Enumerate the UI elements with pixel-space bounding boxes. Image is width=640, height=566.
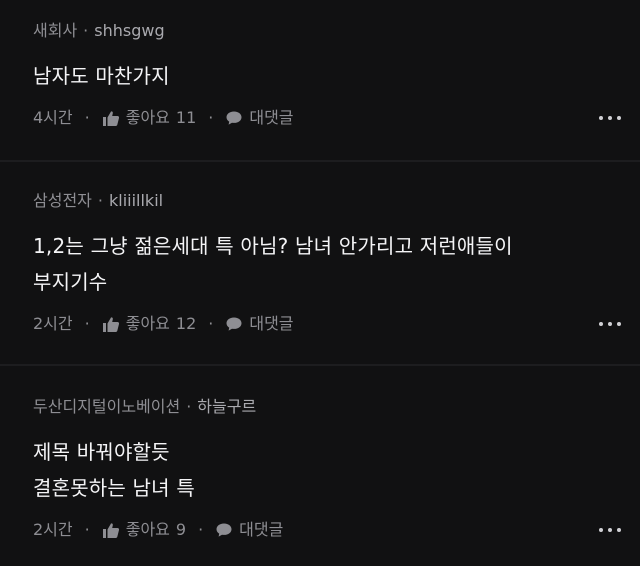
action-separator: ·: [84, 108, 90, 127]
comment-divider: [0, 160, 640, 162]
comment-meta: 두산디지털이노베이션 · 하늘구르: [33, 396, 640, 418]
thumbs-up-icon: [102, 522, 119, 538]
comment-actions: 2시간 · 좋아요 9 · 대댓글: [33, 518, 640, 542]
username-link[interactable]: kliiillkil: [109, 191, 163, 210]
company-name: 새회사: [33, 21, 78, 40]
like-label: 좋아요: [125, 108, 170, 127]
reply-button[interactable]: 대댓글: [225, 312, 294, 336]
username-link[interactable]: shhsgwg: [94, 21, 164, 40]
reply-label: 대댓글: [239, 520, 284, 539]
comment-actions: 4시간 · 좋아요 11 · 대댓글: [33, 106, 640, 130]
comment-item: 삼성전자 · kliiillkil 1,2는 그냥 젊은세대 특 아님? 남녀 안가…: [0, 190, 640, 336]
comment-line: 1,2는 그냥 젊은세대 특 아님? 남녀 안가리고 저런애들이: [33, 234, 513, 258]
speech-bubble-icon: [226, 317, 242, 331]
comment-time: 4시간: [33, 108, 73, 127]
reply-button[interactable]: 대댓글: [225, 106, 294, 130]
reply-label: 대댓글: [249, 108, 294, 127]
speech-bubble-icon: [216, 523, 232, 537]
thumbs-up-icon: [102, 316, 119, 332]
comment-meta: 새회사 · shhsgwg: [33, 20, 640, 42]
comment-body: 1,2는 그냥 젊은세대 특 아님? 남녀 안가리고 저런애들이 부지기수: [33, 228, 640, 300]
action-separator: ·: [198, 520, 204, 539]
like-count: 9: [175, 520, 187, 539]
speech-bubble-icon: [226, 111, 242, 125]
company-name: 두산디지털이노베이션: [33, 397, 181, 416]
comment-divider: [0, 364, 640, 366]
comment-actions: 2시간 · 좋아요 12 · 대댓글: [33, 312, 640, 336]
action-separator: ·: [208, 108, 214, 127]
meta-separator: ·: [83, 21, 89, 40]
more-options-icon[interactable]: [580, 312, 640, 336]
reply-label: 대댓글: [249, 314, 294, 333]
like-button[interactable]: 좋아요 9: [102, 518, 186, 542]
comment-item: 두산디지털이노베이션 · 하늘구르 제목 바꿔야할듯 결혼못하는 남녀 특 2시간 …: [0, 396, 640, 542]
username-link[interactable]: 하늘구르: [197, 397, 256, 416]
meta-separator: ·: [186, 397, 192, 416]
meta-separator: ·: [97, 191, 103, 210]
comment-time: 2시간: [33, 520, 73, 539]
comment-item: 새회사 · shhsgwg 남자도 마찬가지 4시간 · 좋아요 11 · 대댓글: [0, 20, 640, 130]
comment-body: 제목 바꿔야할듯 결혼못하는 남녀 특: [33, 434, 640, 506]
like-button[interactable]: 좋아요 12: [102, 312, 197, 336]
like-count: 12: [175, 314, 197, 333]
comment-time: 2시간: [33, 314, 73, 333]
comment-line: 결혼못하는 남녀 특: [33, 476, 195, 500]
comment-line: 제목 바꿔야할듯: [33, 440, 170, 464]
comment-line: 부지기수: [33, 270, 108, 294]
company-name: 삼성전자: [33, 191, 92, 210]
reply-button[interactable]: 대댓글: [215, 518, 283, 542]
like-count: 11: [175, 108, 197, 127]
like-label: 좋아요: [125, 314, 170, 333]
comment-body: 남자도 마찬가지: [33, 58, 640, 94]
like-label: 좋아요: [125, 520, 170, 539]
action-separator: ·: [84, 314, 90, 333]
action-separator: ·: [208, 314, 214, 333]
more-options-icon[interactable]: [580, 106, 640, 130]
more-options-icon[interactable]: [580, 518, 640, 542]
thumbs-up-icon: [102, 110, 119, 126]
like-button[interactable]: 좋아요 11: [102, 106, 197, 130]
comment-line: 남자도 마찬가지: [33, 64, 170, 88]
comment-meta: 삼성전자 · kliiillkil: [33, 190, 640, 212]
action-separator: ·: [84, 520, 90, 539]
